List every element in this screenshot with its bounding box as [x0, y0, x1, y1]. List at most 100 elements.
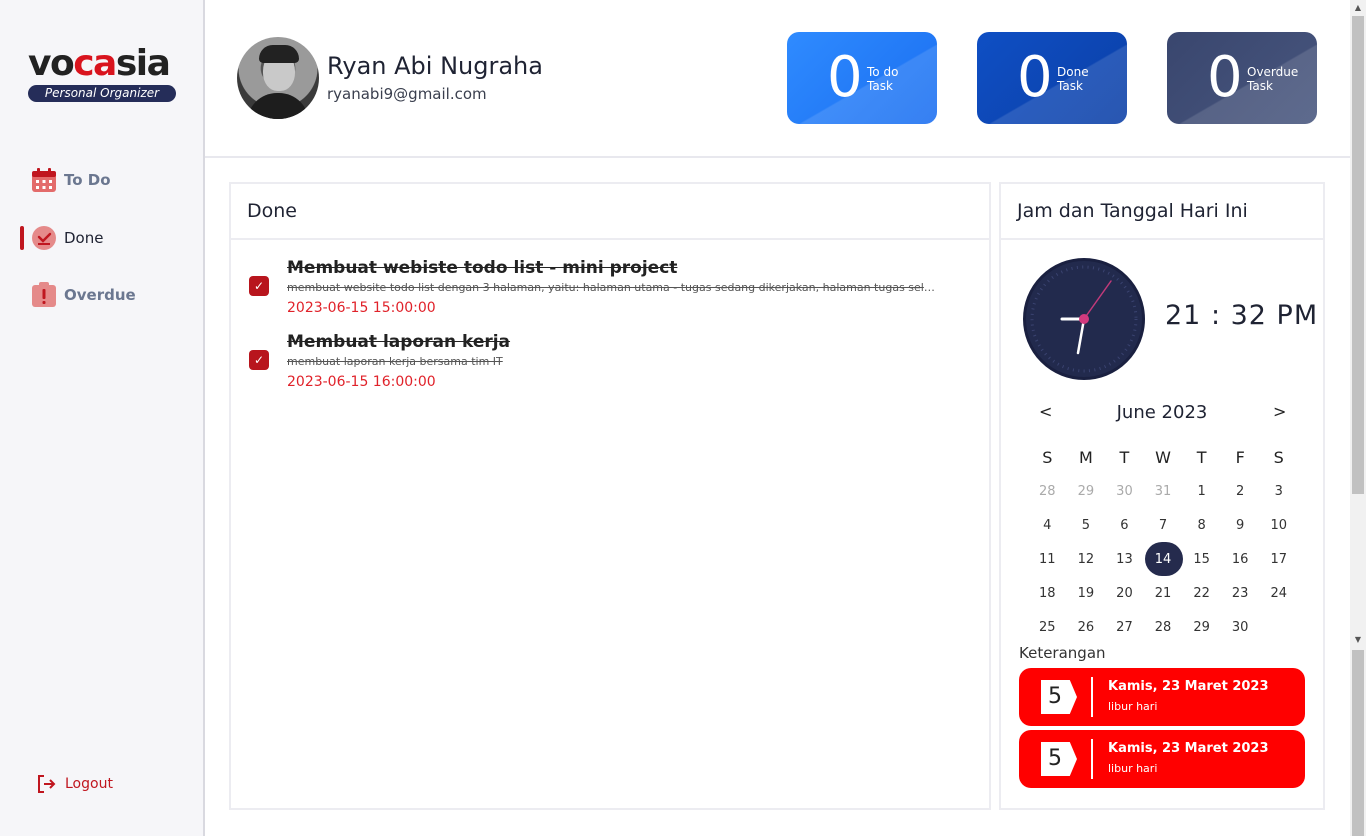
- calendar-day[interactable]: 17: [1259, 552, 1298, 567]
- user-name: Ryan Abi Nugraha: [327, 52, 543, 80]
- calendar-day[interactable]: 2: [1221, 484, 1260, 499]
- weekday-label: S: [1042, 447, 1053, 467]
- minute-hand: [1076, 317, 1086, 355]
- calendar-day[interactable]: 3: [1259, 484, 1298, 499]
- holiday-subtitle: libur hari: [1108, 762, 1158, 775]
- calendar-day[interactable]: 6: [1105, 518, 1144, 533]
- sidebar-item-todo[interactable]: To Do: [0, 160, 203, 200]
- calendar-day[interactable]: 30: [1105, 484, 1144, 499]
- calendar-day[interactable]: 21: [1144, 586, 1183, 601]
- sidebar: vocasia Personal Organizer To Do Done Ov…: [0, 0, 205, 836]
- sidebar-item-label: Done: [64, 229, 104, 247]
- calendar-day[interactable]: 16: [1221, 552, 1260, 567]
- calendar-day[interactable]: 11: [1028, 552, 1067, 567]
- calendar-day[interactable]: 20: [1105, 586, 1144, 601]
- calendar-weekday-row: S M T W T F S: [1028, 440, 1298, 474]
- calendar-day[interactable]: 12: [1067, 552, 1106, 567]
- calendar-day[interactable]: 19: [1067, 586, 1106, 601]
- logout-icon: [38, 775, 56, 793]
- calendar-day[interactable]: 4: [1028, 518, 1067, 533]
- calendar-day[interactable]: 10: [1259, 518, 1298, 533]
- sidebar-item-done[interactable]: Done: [0, 218, 203, 258]
- todo-count-card[interactable]: 0 To do Task: [787, 32, 937, 124]
- vertical-scrollbar[interactable]: ▲ ▼: [1350, 0, 1366, 836]
- holiday-card[interactable]: 5 Kamis, 23 Maret 2023 libur hari: [1019, 668, 1305, 726]
- calendar-day[interactable]: 26: [1067, 620, 1106, 635]
- overdue-count-card[interactable]: 0 Overdue Task: [1167, 32, 1317, 124]
- logo: vocasia Personal Organizer: [28, 44, 178, 102]
- weekday-label: F: [1235, 447, 1245, 467]
- digital-time: 21 : 32 PM: [1165, 300, 1319, 331]
- task-checkbox[interactable]: ✓: [249, 350, 269, 370]
- check-circle-icon: [32, 226, 56, 250]
- logout-label: Logout: [65, 776, 113, 792]
- overdue-count-label: Overdue Task: [1247, 65, 1299, 93]
- logout-button[interactable]: Logout: [36, 774, 113, 794]
- clock-face: [1030, 265, 1138, 373]
- legend-label: Keterangan: [1019, 644, 1106, 662]
- calendar-day[interactable]: 28: [1144, 620, 1183, 635]
- clock-calendar-panel: Jam dan Tanggal Hari Ini 21 : 32 PM < Ju…: [999, 182, 1325, 810]
- holiday-day-badge: 5: [1041, 680, 1077, 714]
- task-date: 2023-06-15 15:00:00: [287, 300, 436, 316]
- task-description: membuat website todo list dengan 3 halam…: [287, 281, 937, 294]
- weekday-label: T: [1196, 447, 1207, 467]
- calendar-day[interactable]: 31: [1144, 484, 1183, 499]
- calendar-day[interactable]: 5: [1067, 518, 1106, 533]
- divider: [1091, 677, 1093, 717]
- holiday-day-badge: 5: [1041, 742, 1077, 776]
- logo-wordmark: vocasia: [28, 43, 171, 84]
- task-title[interactable]: Membuat laporan kerja: [287, 332, 510, 352]
- calendar-day[interactable]: 1: [1182, 484, 1221, 499]
- overdue-count: 0: [1207, 45, 1243, 110]
- calendar-day[interactable]: 29: [1182, 620, 1221, 635]
- calendar-next-button[interactable]: >: [1273, 402, 1286, 421]
- done-count-card[interactable]: 0 Done Task: [977, 32, 1127, 124]
- logo-tagline: Personal Organizer: [28, 85, 176, 102]
- header: Ryan Abi Nugraha ryanabi9@gmail.com 0 To…: [205, 0, 1350, 158]
- scrollbar-thumb[interactable]: [1352, 16, 1364, 494]
- done-count-label: Done Task: [1057, 65, 1089, 93]
- second-hand: [1083, 280, 1112, 320]
- calendar-day[interactable]: 28: [1028, 484, 1067, 499]
- sidebar-item-overdue[interactable]: Overdue: [0, 275, 203, 315]
- divider: [1091, 739, 1093, 779]
- calendar-day[interactable]: 9: [1221, 518, 1260, 533]
- scroll-down-arrow-icon[interactable]: ▼: [1350, 632, 1366, 648]
- calendar-day[interactable]: 13: [1105, 552, 1144, 567]
- calendar-day[interactable]: 22: [1182, 586, 1221, 601]
- weekday-label: T: [1119, 447, 1130, 467]
- holiday-title: Kamis, 23 Maret 2023: [1108, 741, 1269, 756]
- sidebar-item-label: To Do: [64, 171, 111, 189]
- calendar-day[interactable]: 8: [1182, 518, 1221, 533]
- holiday-card[interactable]: 5 Kamis, 23 Maret 2023 libur hari: [1019, 730, 1305, 788]
- calendar-day[interactable]: 15: [1182, 552, 1221, 567]
- analog-clock: [1023, 258, 1145, 380]
- avatar: [237, 37, 319, 119]
- holiday-subtitle: libur hari: [1108, 700, 1158, 713]
- calendar-day[interactable]: 18: [1028, 586, 1067, 601]
- scroll-up-arrow-icon[interactable]: ▲: [1350, 0, 1366, 16]
- calendar-grid: S M T W T F S 28 29 30 31 1 2 3 4 5 6 7 …: [1028, 440, 1298, 644]
- calendar-day[interactable]: 7: [1144, 518, 1183, 533]
- task-title[interactable]: Membuat webiste todo list - mini project: [287, 258, 677, 278]
- calendar-day-today[interactable]: 14: [1144, 541, 1183, 576]
- calendar-week-row: 28 29 30 31 1 2 3: [1028, 474, 1298, 508]
- calendar-day[interactable]: 29: [1067, 484, 1106, 499]
- task-checkbox[interactable]: ✓: [249, 276, 269, 296]
- calendar-day[interactable]: 30: [1221, 620, 1260, 635]
- task-date: 2023-06-15 16:00:00: [287, 374, 436, 390]
- done-panel: Done ✓ Membuat webiste todo list - mini …: [229, 182, 991, 810]
- calendar-day[interactable]: 27: [1105, 620, 1144, 635]
- calendar-day[interactable]: 24: [1259, 586, 1298, 601]
- panel-title: Jam dan Tanggal Hari Ini: [1001, 184, 1323, 240]
- calendar-day[interactable]: 23: [1221, 586, 1260, 601]
- alert-clipboard-icon: [32, 282, 56, 307]
- todo-count-label: To do Task: [867, 65, 899, 93]
- done-count: 0: [1017, 45, 1053, 110]
- scrollbar-thumb-lower[interactable]: [1352, 650, 1364, 836]
- active-indicator: [20, 226, 24, 250]
- task-description: membuat laporan kerja bersama tim IT: [287, 355, 503, 368]
- panel-title: Done: [231, 184, 989, 240]
- calendar-day[interactable]: 25: [1028, 620, 1067, 635]
